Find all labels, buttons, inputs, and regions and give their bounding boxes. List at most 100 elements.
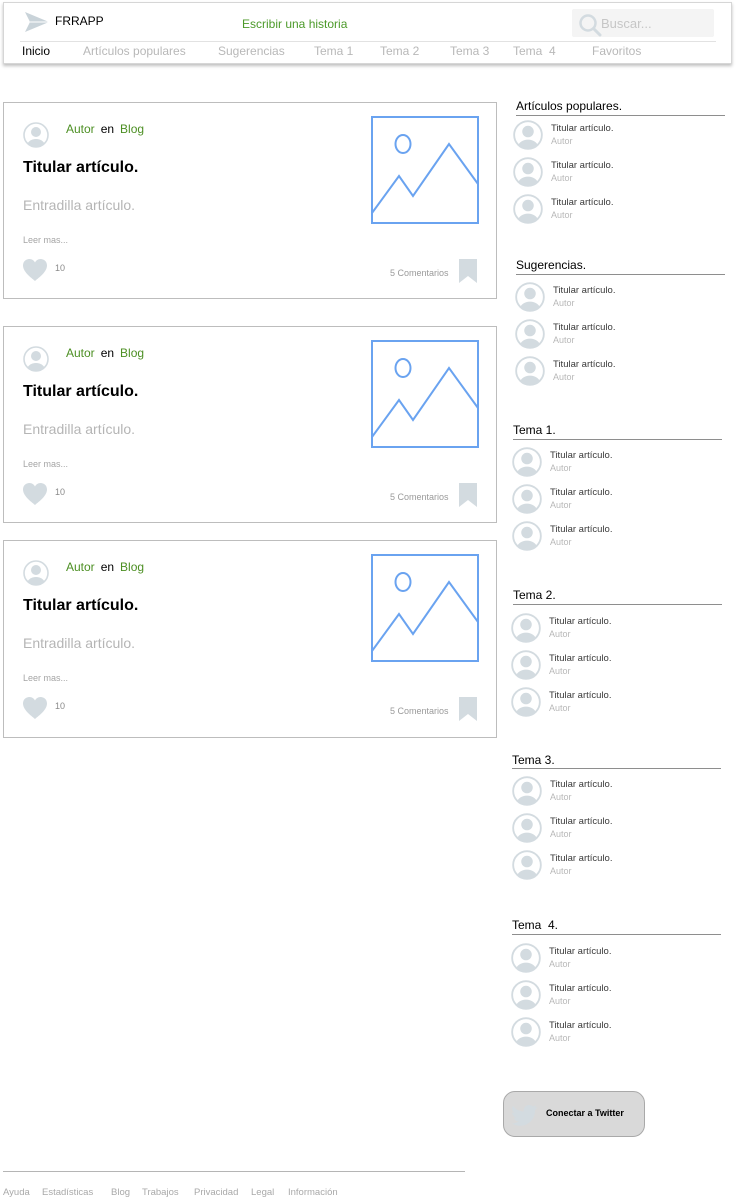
sidebar-article-title[interactable]: Titular artículo.: [549, 653, 611, 664]
user-avatar-icon[interactable]: [513, 157, 543, 187]
blog-link[interactable]: Blog: [120, 560, 144, 574]
author-link[interactable]: Autor: [66, 122, 95, 136]
read-more-link[interactable]: Leer mas...: [23, 673, 68, 683]
blog-link[interactable]: Blog: [120, 346, 144, 360]
bookmark-icon[interactable]: [458, 696, 478, 722]
nav-tema-2[interactable]: Tema 2: [380, 44, 419, 58]
sidebar-article-title[interactable]: Titular artículo.: [549, 616, 611, 627]
sidebar-article-author[interactable]: Autor: [551, 210, 573, 220]
user-avatar-icon[interactable]: [511, 980, 541, 1010]
sidebar-article-author[interactable]: Autor: [549, 1033, 571, 1043]
author-avatar[interactable]: [23, 346, 49, 372]
sidebar-section-heading[interactable]: Tema 2.: [513, 588, 556, 602]
footer-link-privacidad[interactable]: Privacidad: [194, 1187, 238, 1198]
bookmark-icon[interactable]: [458, 258, 478, 284]
article-card[interactable]: Autor en Blog Titular artículo. Entradilla a…: [3, 102, 497, 299]
comments-link[interactable]: 5 Comentarios: [390, 706, 449, 716]
sidebar-article-title[interactable]: Titular artículo.: [551, 123, 613, 134]
read-more-link[interactable]: Leer mas...: [23, 459, 68, 469]
sidebar-article-title[interactable]: Titular artículo.: [550, 524, 612, 535]
sidebar-article-author[interactable]: Autor: [549, 703, 571, 713]
sidebar-article-title[interactable]: Titular artículo.: [550, 450, 612, 461]
user-avatar-icon[interactable]: [511, 1017, 541, 1047]
sidebar-article-title[interactable]: Titular artículo.: [553, 322, 615, 333]
nav-favoritos[interactable]: Favoritos: [592, 44, 641, 58]
comments-link[interactable]: 5 Comentarios: [390, 492, 449, 502]
user-avatar-icon[interactable]: [511, 943, 541, 973]
footer-link-trabajos[interactable]: Trabajos: [142, 1187, 179, 1198]
sidebar-article-title[interactable]: Titular artículo.: [550, 487, 612, 498]
nav-tema-4[interactable]: Tema 4: [513, 44, 556, 58]
sidebar-article-author[interactable]: Autor: [553, 372, 575, 382]
user-avatar-icon[interactable]: [511, 650, 541, 680]
article-title[interactable]: Titular artículo.: [23, 597, 138, 615]
user-avatar-icon[interactable]: [513, 194, 543, 224]
heart-icon[interactable]: [22, 258, 48, 282]
sidebar-article-author[interactable]: Autor: [549, 996, 571, 1006]
footer-link-estadisticas[interactable]: Estadísticas: [42, 1187, 93, 1198]
user-avatar-icon[interactable]: [512, 484, 542, 514]
user-avatar-icon[interactable]: [512, 776, 542, 806]
user-avatar-icon[interactable]: [512, 447, 542, 477]
image-placeholder-icon[interactable]: [371, 340, 479, 448]
footer-link-informacion[interactable]: Información: [288, 1187, 338, 1198]
image-placeholder-icon[interactable]: [371, 554, 479, 662]
user-avatar-icon[interactable]: [515, 356, 545, 386]
user-avatar-icon[interactable]: [515, 282, 545, 312]
heart-icon[interactable]: [22, 482, 48, 506]
read-more-link[interactable]: Leer mas...: [23, 235, 68, 245]
sidebar-article-title[interactable]: Titular artículo.: [550, 853, 612, 864]
sidebar-article-title[interactable]: Titular artículo.: [550, 816, 612, 827]
user-avatar-icon[interactable]: [512, 521, 542, 551]
app-name[interactable]: FRRAPP: [55, 14, 104, 28]
footer-link-ayuda[interactable]: Ayuda: [3, 1187, 30, 1198]
user-avatar-icon[interactable]: [515, 319, 545, 349]
sidebar-article-author[interactable]: Autor: [549, 959, 571, 969]
search-box[interactable]: [572, 9, 714, 37]
nav-articulos-populares[interactable]: Artículos populares: [83, 44, 186, 58]
sidebar-section-heading[interactable]: Tema 1.: [513, 423, 556, 437]
footer-link-blog[interactable]: Blog: [111, 1187, 130, 1198]
blog-link[interactable]: Blog: [120, 122, 144, 136]
bookmark-icon[interactable]: [458, 482, 478, 508]
write-story-link[interactable]: Escribir una historia: [242, 17, 347, 31]
connect-twitter-button[interactable]: Conectar a Twitter: [503, 1091, 645, 1137]
author-avatar[interactable]: [23, 122, 49, 148]
nav-inicio[interactable]: Inicio: [22, 44, 50, 58]
sidebar-article-author[interactable]: Autor: [550, 500, 572, 510]
sidebar-article-author[interactable]: Autor: [550, 463, 572, 473]
search-input[interactable]: [601, 13, 709, 33]
sidebar-article-author[interactable]: Autor: [550, 866, 572, 876]
sidebar-article-title[interactable]: Titular artículo.: [551, 197, 613, 208]
article-card[interactable]: Autor en Blog Titular artículo. Entradilla a…: [3, 540, 497, 738]
sidebar-article-author[interactable]: Autor: [553, 298, 575, 308]
sidebar-article-author[interactable]: Autor: [551, 173, 573, 183]
sidebar-article-author[interactable]: Autor: [550, 829, 572, 839]
paper-plane-icon[interactable]: [24, 11, 50, 33]
sidebar-article-title[interactable]: Titular artículo.: [553, 359, 615, 370]
sidebar-section-heading[interactable]: Sugerencias.: [516, 258, 586, 272]
sidebar-article-author[interactable]: Autor: [550, 537, 572, 547]
sidebar-article-title[interactable]: Titular artículo.: [550, 779, 612, 790]
user-avatar-icon[interactable]: [511, 687, 541, 717]
sidebar-article-title[interactable]: Titular artículo.: [549, 1020, 611, 1031]
sidebar-article-author[interactable]: Autor: [549, 629, 571, 639]
heart-icon[interactable]: [22, 696, 48, 720]
image-placeholder-icon[interactable]: [371, 116, 479, 224]
user-avatar-icon[interactable]: [512, 850, 542, 880]
nav-tema-1[interactable]: Tema 1: [314, 44, 353, 58]
nav-tema-3[interactable]: Tema 3: [450, 44, 489, 58]
user-avatar-icon[interactable]: [513, 120, 543, 150]
footer-link-legal[interactable]: Legal: [251, 1187, 274, 1198]
sidebar-article-title[interactable]: Titular artículo.: [549, 946, 611, 957]
sidebar-article-title[interactable]: Titular artículo.: [551, 160, 613, 171]
article-title[interactable]: Titular artículo.: [23, 383, 138, 401]
sidebar-article-author[interactable]: Autor: [551, 136, 573, 146]
nav-sugerencias[interactable]: Sugerencias: [218, 44, 285, 58]
sidebar-article-author[interactable]: Autor: [549, 666, 571, 676]
sidebar-article-author[interactable]: Autor: [553, 335, 575, 345]
author-avatar[interactable]: [23, 560, 49, 586]
sidebar-article-title[interactable]: Titular artículo.: [553, 285, 615, 296]
author-link[interactable]: Autor: [66, 346, 95, 360]
article-title[interactable]: Titular artículo.: [23, 159, 138, 177]
